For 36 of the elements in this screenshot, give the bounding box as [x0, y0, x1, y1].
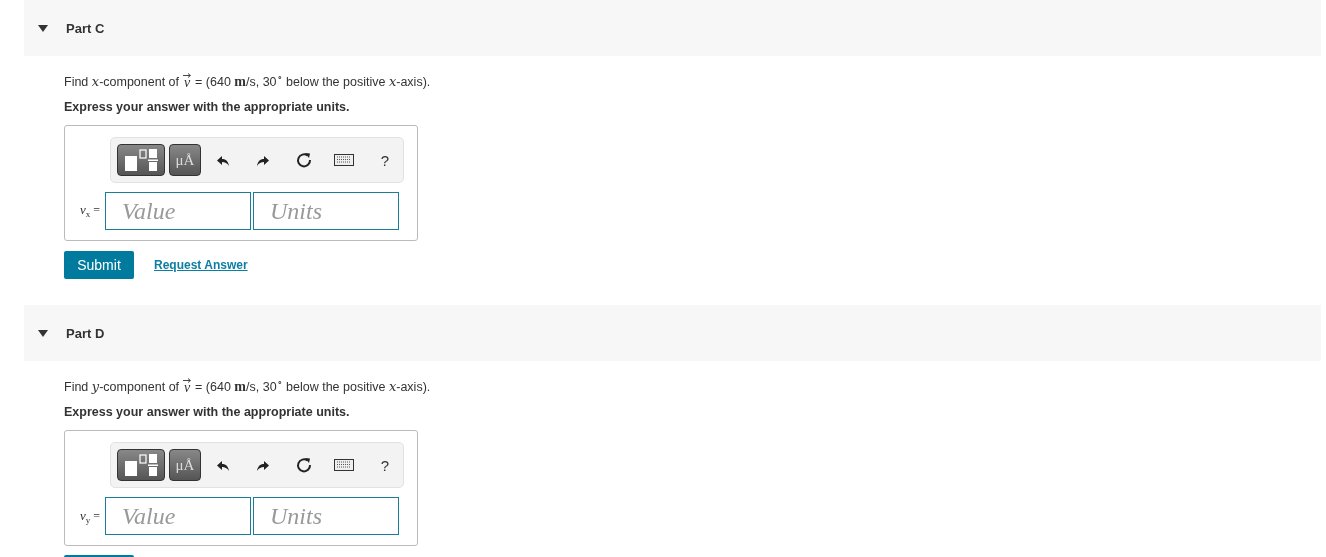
redo-icon	[256, 153, 271, 167]
answer-label: v$_{x}$ =	[78, 202, 101, 220]
part-header[interactable]: Part D	[24, 305, 1321, 362]
units-field[interactable]: Units	[253, 497, 399, 536]
question-text: Find y-component of	[64, 379, 180, 396]
value-field[interactable]: Value	[105, 497, 251, 536]
submit-button[interactable]: Submit	[64, 251, 134, 280]
answer-label: v$_{y}$ =	[78, 507, 101, 525]
help-button[interactable]: ?	[366, 144, 404, 177]
part-title: Part C	[66, 20, 105, 36]
instruction-text: Express your answer with the appropriate units.	[64, 405, 350, 420]
template-button[interactable]	[117, 449, 166, 482]
collapse-triangle-icon	[38, 329, 48, 337]
part-header[interactable]: Part C	[24, 0, 1321, 56]
template-icon	[123, 453, 159, 478]
undo-icon	[216, 458, 230, 472]
question-text: Find x-component of	[64, 74, 180, 91]
template-button[interactable]	[117, 144, 166, 177]
symbol-button[interactable]: μÅ	[169, 144, 201, 177]
value-field[interactable]: Value	[105, 192, 251, 231]
reset-icon	[295, 152, 312, 169]
question-text: = (640 m/s, 30$^{∘}$ below the positive x-axis).	[195, 377, 431, 396]
template-icon	[123, 148, 159, 173]
instruction-text: Express your answer with the appropriate units.	[64, 100, 350, 115]
symbol-button[interactable]: μÅ	[169, 449, 201, 482]
request-answer-link[interactable]: Request Answer	[154, 258, 248, 273]
redo-icon	[256, 458, 271, 472]
help-button[interactable]: ?	[366, 449, 404, 482]
part-title: Part D	[66, 325, 105, 341]
reset-icon	[295, 457, 312, 474]
units-field[interactable]: Units	[253, 192, 399, 231]
question-text: = (640 m/s, 30$^{∘}$ below the positive x-axis).	[195, 72, 431, 91]
keyboard-icon	[334, 459, 355, 472]
undo-icon	[216, 153, 230, 167]
collapse-triangle-icon	[38, 24, 48, 32]
keyboard-icon	[334, 154, 355, 167]
